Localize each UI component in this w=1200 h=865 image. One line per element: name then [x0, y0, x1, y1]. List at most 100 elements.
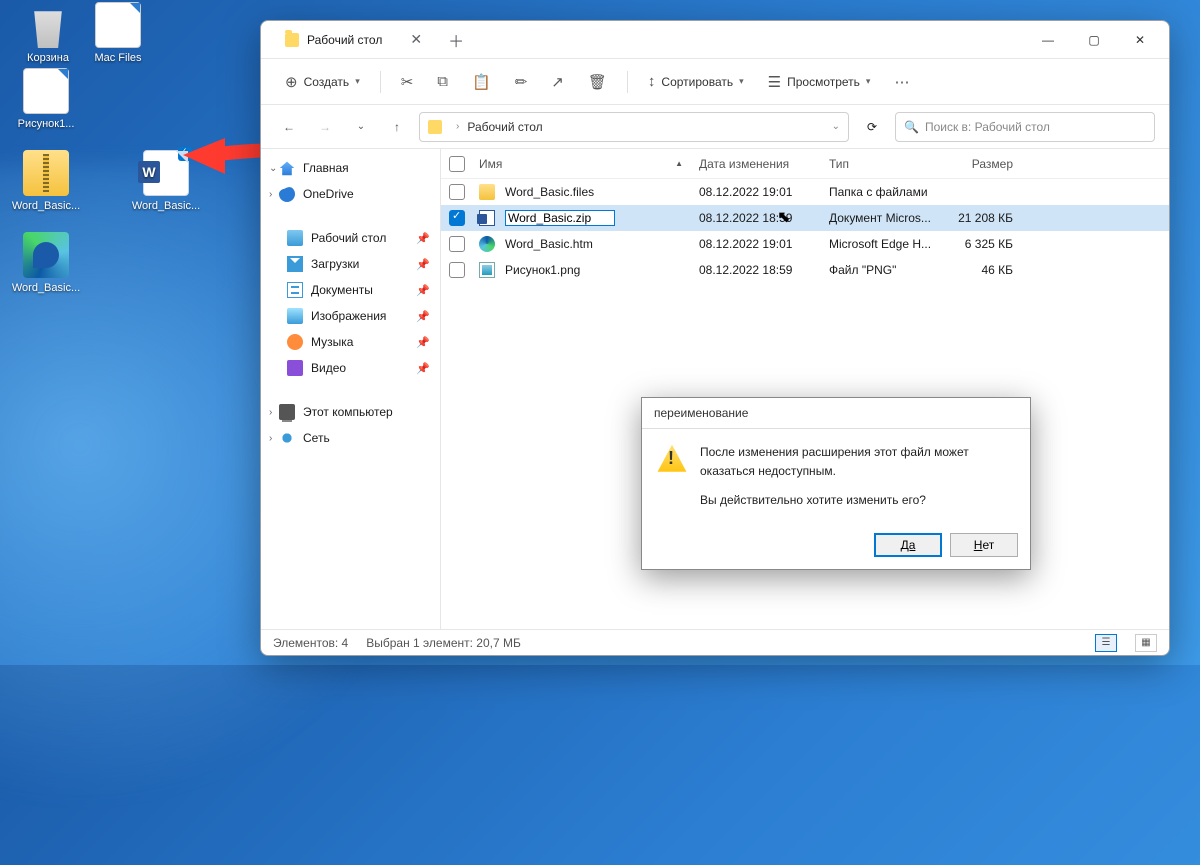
desktop-icon-generic[interactable]: Рисунок1... [10, 68, 82, 130]
desktop-icon-trash[interactable]: Корзина [12, 2, 84, 64]
details-view-button[interactable]: ☰ [1095, 634, 1117, 652]
desktop-icon-label: Рисунок1... [10, 118, 82, 130]
nav-video[interactable]: Видео📌 [261, 355, 440, 381]
nav-desktop[interactable]: Рабочий стол📌 [261, 225, 440, 251]
forward-button[interactable]: → [311, 113, 339, 141]
maximize-button[interactable]: ▢ [1071, 24, 1117, 56]
desktop-icon-folder-zip[interactable]: Word_Basic... [10, 150, 82, 212]
nav-documents[interactable]: Документы📌 [261, 277, 440, 303]
nav-network[interactable]: ›Сеть [261, 425, 440, 451]
nav-onedrive[interactable]: ›OneDrive [261, 181, 440, 207]
cut-button[interactable]: ✂ [391, 67, 424, 97]
desktop-icon-label: Word_Basic... [10, 200, 82, 212]
nav-music[interactable]: Музыка📌 [261, 329, 440, 355]
back-button[interactable]: ← [275, 113, 303, 141]
video-icon [287, 360, 303, 376]
file-size: 46 КБ [941, 263, 1021, 277]
file-type: Microsoft Edge H... [821, 237, 941, 251]
chevron-down-icon: ▾ [866, 76, 871, 87]
view-button[interactable]: ☰ Просмотреть ▾ [758, 67, 881, 97]
file-row[interactable]: Word_Basic.files 08.12.2022 19:01Папка с … [441, 179, 1169, 205]
chevron-right-icon: › [269, 407, 272, 418]
pin-icon[interactable]: 📌 [416, 336, 430, 349]
file-type: Папка с файлами [821, 185, 941, 199]
yes-button[interactable]: Да [874, 533, 942, 557]
file-name: Word_Basic.files [505, 185, 594, 199]
row-checkbox[interactable] [449, 184, 465, 200]
icons-view-button[interactable]: ▦ [1135, 634, 1157, 652]
folder-icon [428, 120, 442, 134]
minimize-button[interactable]: — [1025, 24, 1071, 56]
close-tab-icon[interactable]: ✕ [410, 31, 422, 48]
new-button[interactable]: ⊕ Создать ▾ [275, 67, 370, 97]
nav-pictures[interactable]: Изображения📌 [261, 303, 440, 329]
file-date: 08.12.2022 18:59 [691, 211, 821, 225]
rename-input[interactable] [505, 210, 615, 226]
pin-icon[interactable]: 📌 [416, 258, 430, 271]
delete-button[interactable]: 🗑 [578, 67, 617, 97]
recent-chevron[interactable]: ⌄ [347, 113, 375, 141]
word-icon [479, 210, 495, 226]
breadcrumb[interactable]: Рабочий стол [467, 120, 542, 134]
copy-button[interactable]: ⧉ [427, 67, 458, 96]
row-checkbox[interactable] [449, 236, 465, 252]
select-all-checkbox[interactable] [449, 156, 465, 172]
pin-icon[interactable]: 📌 [416, 362, 430, 375]
paste-icon: 📋 [472, 73, 491, 91]
paste-button[interactable]: 📋 [462, 67, 501, 97]
sort-button[interactable]: ↕ Сортировать ▾ [638, 67, 754, 96]
row-checkbox[interactable] [449, 210, 465, 226]
tab-desktop[interactable]: Рабочий стол ✕ [273, 25, 434, 54]
rename-button[interactable]: ✏ [505, 67, 538, 97]
pin-icon[interactable]: 📌 [416, 284, 430, 297]
edge-icon [479, 236, 495, 252]
close-button[interactable]: ✕ [1117, 24, 1163, 56]
file-size: 21 208 КБ [941, 211, 1021, 225]
up-button[interactable]: ↑ [383, 113, 411, 141]
refresh-button[interactable]: ⟳ [857, 112, 887, 142]
file-explorer-window: Рабочий стол ✕ ＋ — ▢ ✕ ⊕ Создать ▾ ✂ ⧉ 📋… [260, 20, 1170, 656]
toolbar: ⊕ Создать ▾ ✂ ⧉ 📋 ✏ ↗ 🗑 ↕ Сортировать ▾ … [261, 59, 1169, 105]
desktop-icon-edge[interactable]: Word_Basic... [10, 232, 82, 294]
nav-thispc[interactable]: ›Этот компьютер [261, 399, 440, 425]
col-size[interactable]: Размер [941, 157, 1021, 171]
nav-downloads[interactable]: Загрузки📌 [261, 251, 440, 277]
file-list: Имя▲ Дата изменения Тип Размер Word_Basi… [441, 149, 1169, 629]
view-icon: ☰ [768, 73, 781, 91]
cloud-icon [279, 186, 295, 202]
trash-icon: 🗑 [588, 73, 607, 91]
pictures-icon [287, 308, 303, 324]
share-button[interactable]: ↗ [541, 67, 574, 97]
desktop-icon-generic[interactable]: Mac Files [82, 2, 154, 64]
file-type: Документ Micros... [821, 211, 941, 225]
share-icon: ↗ [551, 73, 564, 91]
pin-icon[interactable]: 📌 [416, 310, 430, 323]
file-row[interactable]: 08.12.2022 18:59Документ Micros...21 208… [441, 205, 1169, 231]
col-name[interactable]: Имя▲ [471, 157, 691, 171]
sort-asc-icon: ▲ [675, 159, 683, 168]
file-row[interactable]: Word_Basic.htm08.12.2022 19:01Microsoft … [441, 231, 1169, 257]
word-icon [143, 150, 189, 196]
home-icon [279, 160, 295, 176]
chevron-down-icon[interactable]: ⌄ [832, 121, 840, 132]
nav-home[interactable]: ⌄Главная [261, 155, 440, 181]
dialog-message-1: После изменения расширения этот файл мож… [700, 443, 1016, 481]
file-name: Рисунок1.png [505, 263, 580, 277]
chevron-down-icon: ▾ [739, 76, 744, 87]
desktop-icon-word[interactable]: Word_Basic... [130, 150, 202, 212]
search-input[interactable]: 🔍 Поиск в: Рабочий стол [895, 112, 1155, 142]
row-checkbox[interactable] [449, 262, 465, 278]
pin-icon[interactable]: 📌 [416, 232, 430, 245]
new-tab-button[interactable]: ＋ [448, 28, 464, 52]
folder-zip-icon [23, 150, 69, 196]
col-date[interactable]: Дата изменения [691, 157, 821, 171]
dialog-message-2: Вы действительно хотите изменить его? [700, 491, 1016, 510]
col-type[interactable]: Тип [821, 157, 941, 171]
chevron-down-icon: ▾ [355, 76, 360, 87]
no-button[interactable]: Нет [950, 533, 1018, 557]
file-date: 08.12.2022 19:01 [691, 185, 821, 199]
more-button[interactable]: ⋯ [884, 67, 919, 97]
desktop-icon-label: Корзина [12, 52, 84, 64]
file-row[interactable]: Рисунок1.png08.12.2022 18:59Файл "PNG"46… [441, 257, 1169, 283]
address-bar[interactable]: › Рабочий стол ⌄ [419, 112, 849, 142]
